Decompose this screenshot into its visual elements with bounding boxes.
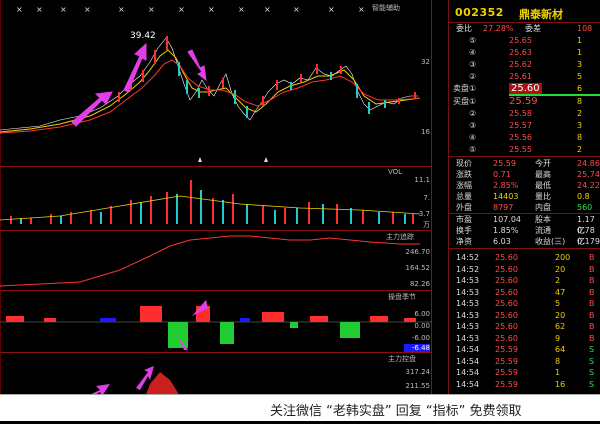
volume-bars (0, 180, 421, 224)
axis-track-3: 82.26 (409, 280, 430, 288)
stock-code: 002352 (455, 6, 504, 19)
panel-title-tracking: 主力追踪 (386, 233, 414, 241)
annotation-arrows (71, 42, 207, 127)
axis-vol-2: 7. (423, 194, 430, 202)
marker-triangles (198, 157, 268, 162)
axis-track-1: 246.70 (405, 248, 431, 256)
weibi-label: 委比 (456, 24, 472, 33)
tracking-line (0, 235, 420, 287)
stat-row-4: 外盘 8797 内盘 560 (456, 203, 593, 212)
stat-row-0: 现价 25.59 今开 24.86 (456, 159, 600, 168)
panel-title-season: 操盘季节 (388, 293, 416, 301)
axis-season-2: 0.00 (414, 322, 430, 330)
axis-vol-3: 3.7 (418, 210, 430, 218)
weibi-row: 委比 27.28% 委差 108 (449, 22, 600, 34)
watermark-banner: 关注微信 “老韩实盘” 回复 “指标” 免费领取 (0, 394, 600, 421)
sell-row-2[interactable]: ② 25.61 5 (449, 71, 600, 82)
stat-row-6: 换手 1.85% 流通 0.78亿 (456, 226, 595, 246)
axis-vol-1: 11.1 (414, 176, 430, 184)
watermark-text: 关注微信 “老韩实盘” 回复 “指标” 免费领取 (270, 404, 522, 419)
price-high-label: 39.42 (130, 31, 156, 41)
chart-area[interactable]: 39.42 × × × × × × × × × × × × × 智能辅助 VOL… (0, 0, 432, 420)
axis-season-3: -6.00 (411, 334, 430, 342)
stat-row-5: 市盈 107.04 股本 1.17亿 (456, 215, 595, 235)
axis-season-1: 6.00 (414, 310, 430, 318)
stat-row-1: 涨跌 0.71 最高 25.74 (456, 170, 600, 179)
tick-row[interactable]: 14:52 25.60 20 B (449, 264, 600, 275)
tick-row[interactable]: 14:54 25.59 1 S (449, 367, 600, 378)
tick-row[interactable]: 14:53 25.60 2 B (449, 275, 600, 286)
tick-row[interactable]: 14:53 25.60 5 B (449, 298, 600, 309)
signal-marks: × × × × × × × × × × × × × (16, 5, 365, 14)
tick-row[interactable]: 14:52 25.60 200 B (449, 252, 600, 263)
axis-vol-unit: 万 (423, 221, 430, 229)
buy-row-3[interactable]: ③ 25.57 3 (449, 120, 600, 131)
sell-row-5[interactable]: ⑤ 25.65 1 (449, 35, 600, 46)
buy-row-2[interactable]: ② 25.58 2 (449, 108, 600, 119)
quote-panel: 002352 鼎泰新材 委比 27.28% 委差 108 ⑤ 25.65 1 ④ 25… (448, 0, 600, 420)
panel-title-control: 主力控盘 (388, 355, 416, 363)
buy-row-4[interactable]: ④ 25.56 8 (449, 132, 600, 143)
sell-row-3[interactable]: ③ 25.62 3 (449, 59, 600, 70)
axis-main-32: 32 (421, 58, 430, 66)
candles (0, 36, 421, 134)
kline-chart[interactable]: 39.42 (0, 0, 432, 420)
axis-track-2: 164.52 (405, 264, 431, 272)
weicha-value: 108 (577, 24, 593, 33)
stat-row-7: 净资 6.03 收益(三) 0.179 (456, 237, 600, 246)
panel-title-vol: VOL (388, 168, 403, 176)
buy-row-1[interactable]: 买盘 ① 25.59 8 (449, 96, 600, 107)
tick-row[interactable]: 14:54 25.59 16 S (449, 379, 600, 390)
tick-row[interactable]: 14:53 25.60 62 B (449, 321, 600, 332)
tick-row[interactable]: 14:53 25.60 9 B (449, 333, 600, 344)
tick-row[interactable]: 14:54 25.59 64 S (449, 344, 600, 355)
stock-name: 鼎泰新材 (519, 8, 563, 21)
weicha-label: 委差 (525, 24, 541, 33)
stat-row-2: 涨幅 2.85% 最低 24.22 (456, 181, 600, 190)
tick-row[interactable]: 14:53 25.60 20 B (449, 310, 600, 321)
weibi-value: 27.28% (483, 24, 514, 33)
season-histogram (0, 300, 432, 350)
tick-row[interactable]: 14:54 25.59 8 S (449, 356, 600, 367)
axis-control-2: 211.55 (405, 382, 431, 390)
tick-row[interactable]: 14:53 25.60 47 B (449, 287, 600, 298)
panel-title-main: 智能辅助 (372, 4, 400, 12)
stat-row-3: 总量 14403 量比 0.8 (456, 192, 590, 201)
axis-main-16: 16 (421, 128, 430, 136)
sell-row-1[interactable]: 卖盘 ① 25.60 6 (449, 83, 600, 94)
sell-row-4[interactable]: ④ 25.63 1 (449, 47, 600, 58)
axis-season-current: -6.48 (404, 344, 430, 352)
buy-label: 买盘 (453, 97, 469, 106)
sell-label: 卖盘 (453, 84, 469, 93)
axis-control-1: 317.24 (405, 368, 431, 376)
buy-row-5[interactable]: ⑤ 25.55 2 (449, 144, 600, 155)
